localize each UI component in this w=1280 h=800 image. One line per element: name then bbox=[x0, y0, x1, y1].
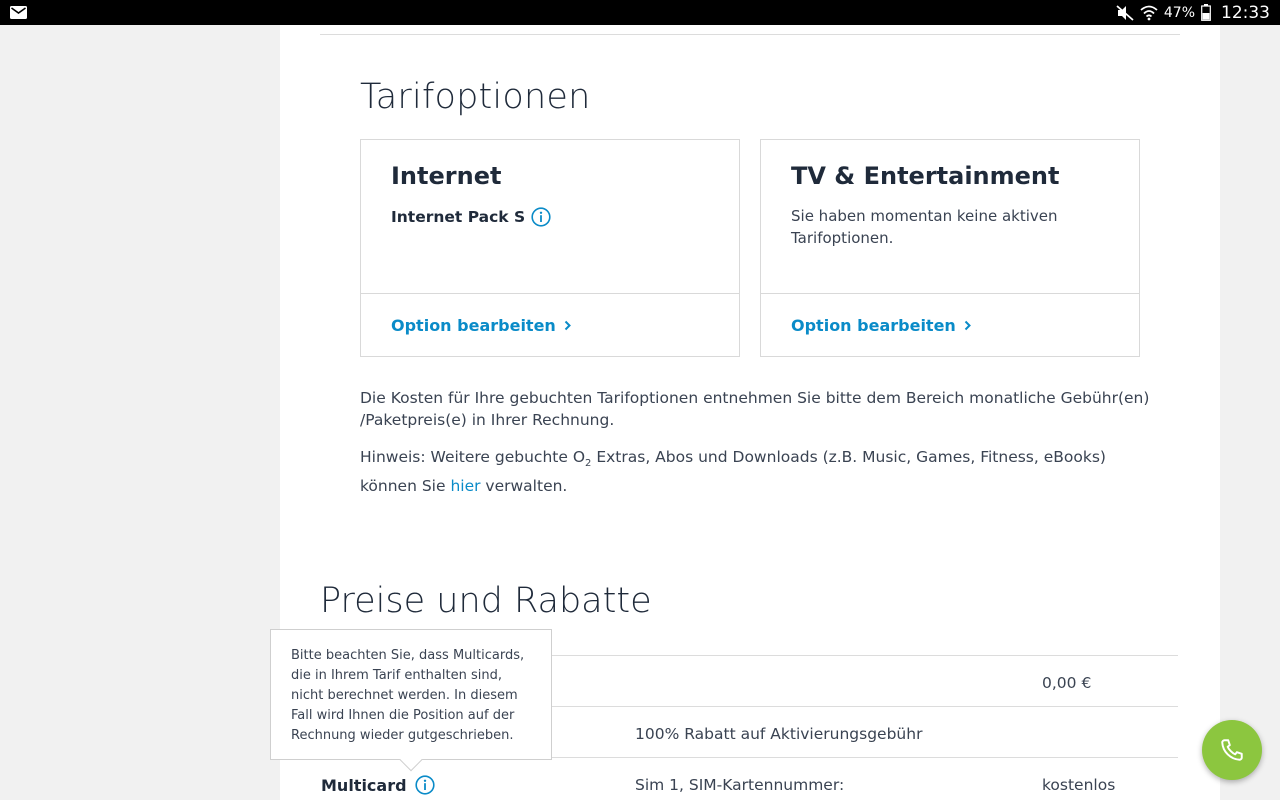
card-subtitle: Internet Pack S bbox=[391, 207, 551, 227]
section-title-preise: Preise und Rabatte bbox=[320, 581, 652, 621]
divider bbox=[320, 34, 1180, 35]
phone-icon bbox=[1221, 739, 1243, 761]
edit-option-link[interactable]: Option bearbeiten bbox=[791, 316, 971, 335]
status-bar: 47% 12:33 bbox=[0, 0, 1280, 25]
card-divider bbox=[761, 293, 1139, 294]
option-name: Internet Pack S bbox=[391, 208, 526, 226]
card-divider bbox=[361, 293, 739, 294]
call-button[interactable] bbox=[1202, 720, 1262, 780]
tooltip-arrow bbox=[399, 748, 423, 772]
card-tv-entertainment: TV & Entertainment Sie haben momentan ke… bbox=[760, 139, 1140, 357]
battery-percent: 47% bbox=[1163, 4, 1195, 21]
card-internet: Internet Internet Pack S Option bearbeit… bbox=[360, 139, 740, 357]
battery-icon bbox=[1201, 4, 1211, 21]
mute-icon bbox=[1116, 4, 1134, 21]
multicard-price: kostenlos bbox=[1042, 776, 1116, 794]
section-title-tarifoptionen: Tarifoptionen bbox=[360, 77, 591, 117]
card-title: Internet bbox=[391, 162, 502, 190]
chevron-right-icon bbox=[964, 320, 971, 331]
discount-description: 100% Rabatt auf Aktivierungsgebühr bbox=[635, 725, 923, 743]
wifi-icon bbox=[1140, 5, 1158, 20]
info-icon[interactable] bbox=[531, 207, 551, 227]
multicard-tooltip: Bitte beachten Sie, dass Multicards, die… bbox=[270, 629, 552, 772]
cost-note: Die Kosten für Ihre gebuchten Tarifoptio… bbox=[360, 389, 1150, 429]
clock: 12:33 bbox=[1221, 2, 1270, 23]
chevron-right-icon bbox=[564, 320, 571, 331]
mail-icon bbox=[10, 6, 27, 19]
info-icon[interactable] bbox=[414, 775, 435, 795]
card-description: Sie haben momentan keine aktiven Tarifop… bbox=[791, 207, 1058, 247]
hint-note: Hinweis: Weitere gebuchte O2 Extras, Abo… bbox=[360, 448, 1106, 496]
edit-option-link[interactable]: Option bearbeiten bbox=[391, 316, 571, 335]
sim-description: Sim 1, SIM-Kartennummer: bbox=[635, 776, 845, 794]
price-value: 0,00 € bbox=[1042, 674, 1092, 692]
tooltip-text: Bitte beachten Sie, dass Multicards, die… bbox=[291, 648, 525, 743]
main-content: Tarifoptionen Internet Internet Pack S O… bbox=[270, 25, 1220, 800]
multicard-label: Multicard bbox=[321, 775, 435, 795]
card-title: TV & Entertainment bbox=[791, 162, 1060, 190]
manage-extras-link[interactable]: hier bbox=[450, 477, 480, 495]
